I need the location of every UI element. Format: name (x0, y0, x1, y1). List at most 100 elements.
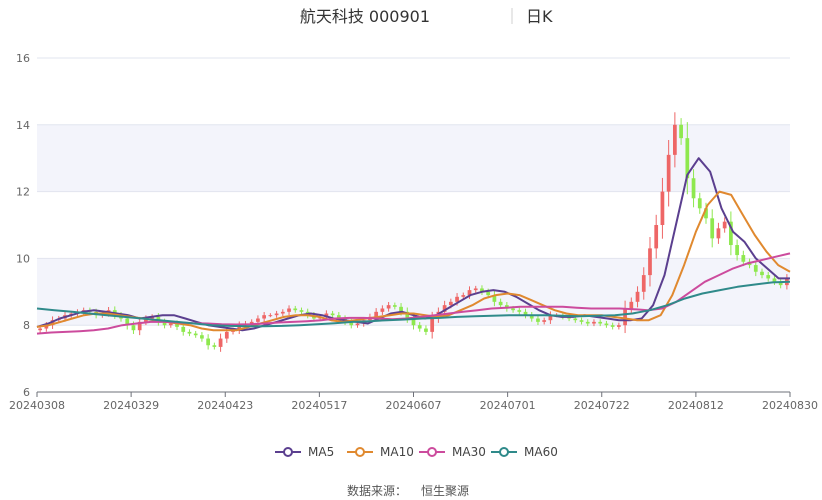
candle-body (710, 218, 715, 239)
candle-body (648, 248, 652, 276)
period-label: 日K (526, 7, 553, 26)
candle-body (498, 301, 503, 306)
candle-body (585, 321, 590, 324)
legend-label: MA5 (308, 445, 334, 459)
legend-item-ma10: MA10 (347, 445, 414, 459)
candle-body (542, 320, 547, 322)
candle-body (386, 305, 391, 309)
candle (206, 334, 211, 350)
candle-body (573, 318, 578, 321)
candle-body (654, 225, 659, 249)
candle-body (629, 301, 634, 309)
candle-body (206, 338, 211, 346)
candle-body (579, 320, 584, 322)
candle-body (38, 328, 42, 331)
candle (193, 330, 198, 338)
candle-body (224, 331, 229, 339)
grid-lines (37, 57, 790, 393)
plot-band-1 (37, 124, 790, 192)
candle-body (641, 275, 646, 292)
candle-body (716, 228, 721, 239)
legend-marker (427, 447, 437, 457)
candle-body (455, 296, 459, 302)
candle-body (635, 291, 640, 302)
candle-body (679, 124, 683, 139)
candle (200, 332, 204, 342)
candle-body (598, 321, 603, 324)
x-axis: 20240308 20240329 20240423 20240517 20240607… (9, 391, 818, 412)
candle-body (660, 191, 665, 225)
candle-body (268, 315, 273, 317)
source-name: 恒生聚源 (421, 484, 469, 498)
candle-body (616, 325, 621, 327)
candle (187, 329, 192, 337)
candle-body (760, 271, 764, 276)
legend-item-ma30: MA30 (419, 445, 486, 459)
candle-body (200, 335, 204, 339)
candle-body (741, 255, 746, 262)
candle-body (461, 295, 466, 297)
y-tick-label: 12 (16, 186, 30, 199)
chart-title: 航天科技 000901 (300, 7, 430, 26)
candle-body (430, 318, 435, 332)
candle-body (766, 275, 771, 279)
candlestick-chart: 6810121416 20240308 20240329 20240423 20240… (9, 7, 818, 498)
legend-label: MA60 (524, 445, 558, 459)
candle (710, 209, 715, 248)
candle-body (256, 318, 260, 322)
candle-body (473, 288, 478, 291)
candle-body (392, 305, 397, 307)
candle-body (274, 313, 279, 316)
x-tick-label: 20240308 (9, 399, 65, 412)
candle-body (610, 325, 615, 327)
candle-body (722, 221, 727, 229)
candle-body (355, 323, 360, 326)
candle-body (330, 313, 335, 316)
legend: MA5 MA10 MA30 MA60 (275, 445, 558, 459)
candle (735, 239, 739, 261)
x-tick-label: 20240329 (103, 399, 159, 412)
plot-bands (37, 124, 790, 326)
candle-body (424, 328, 428, 332)
x-tick-label: 20240423 (197, 399, 253, 412)
candle-body (691, 178, 696, 199)
candle-body (293, 308, 298, 311)
candle-body (299, 310, 304, 312)
x-tick-label: 20240607 (386, 399, 442, 412)
candle-body (772, 278, 777, 282)
candle-body (697, 198, 702, 209)
candle-body (448, 301, 453, 306)
legend-marker (283, 447, 293, 457)
source-label: 数据来源： (347, 483, 407, 498)
candle-body (536, 318, 540, 322)
legend-marker (355, 447, 365, 457)
candle-body (666, 154, 671, 192)
candle-body (218, 338, 223, 347)
candle-body (753, 265, 758, 272)
candle (212, 342, 217, 350)
candle-body (517, 310, 522, 312)
candle-body (623, 308, 627, 326)
candle-body (187, 331, 192, 334)
x-tick-label: 20240812 (668, 399, 724, 412)
candle-body (212, 345, 217, 347)
candle-body (131, 325, 136, 331)
y-tick-label: 6 (23, 386, 30, 399)
candle-body (262, 315, 267, 319)
candle-body (673, 124, 677, 155)
legend-label: MA30 (452, 445, 486, 459)
candle-body (287, 308, 291, 312)
candle (424, 325, 428, 336)
candle (218, 333, 223, 352)
x-tick-label: 20240830 (762, 399, 818, 412)
candle-body (486, 291, 491, 296)
candle-body (168, 323, 173, 326)
x-tick-label: 20240701 (480, 399, 536, 412)
candle (697, 192, 702, 214)
candle (729, 211, 733, 256)
candle-body (511, 308, 515, 311)
candle-body (280, 311, 285, 314)
legend-marker (499, 447, 509, 457)
legend-label: MA10 (380, 445, 414, 459)
x-tick-label: 20240722 (574, 399, 630, 412)
